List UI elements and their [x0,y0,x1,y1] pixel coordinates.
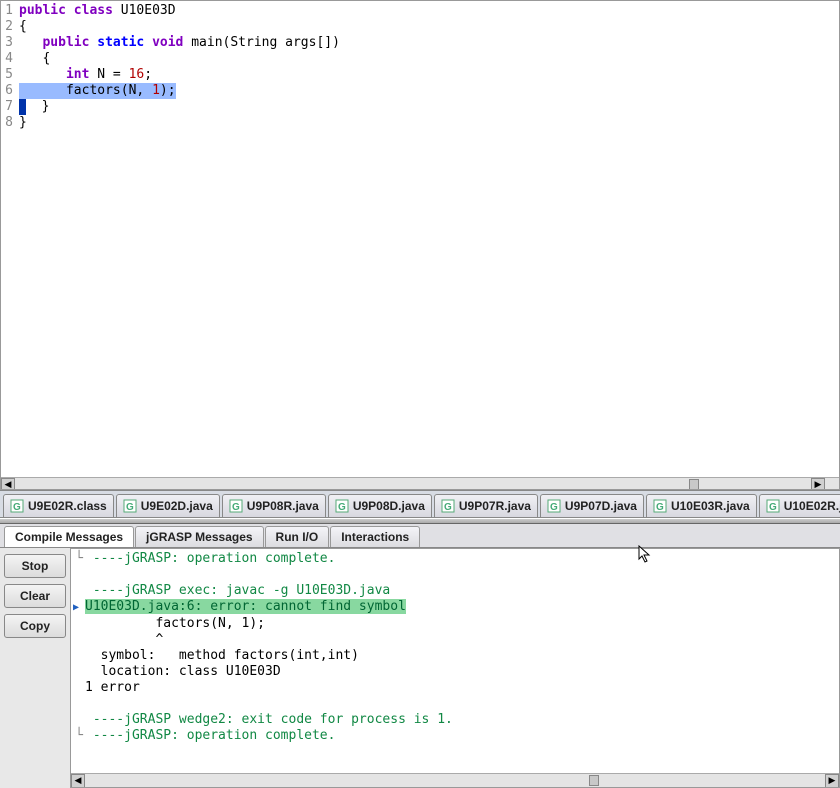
code-line[interactable]: public static void main(String args[]) [19,35,839,51]
jgrasp-file-icon: G [335,499,349,513]
console-line [73,696,835,712]
stop-button[interactable]: Stop [4,554,66,578]
console-line: └ ----jGRASP: operation complete. [73,728,835,744]
svg-text:G: G [13,502,21,513]
svg-text:G: G [232,502,240,513]
tab-compile-messages[interactable]: Compile Messages [4,526,134,547]
code-line[interactable]: int N = 16; [19,67,839,83]
editor-horizontal-scrollbar[interactable]: ◀ ▶ [1,477,839,490]
jgrasp-file-icon: G [229,499,243,513]
line-number: 3 [5,35,13,51]
console-line: ^ [73,632,835,648]
file-tab-label: U10E02R.java [784,499,840,513]
jgrasp-file-icon: G [766,499,780,513]
code-line[interactable]: { [19,19,839,35]
console-line: ----jGRASP exec: javac -g U10E03D.java [73,583,835,599]
code-line[interactable]: { [19,51,839,67]
scroll-thumb[interactable] [689,479,699,490]
code-area[interactable]: public class U10E03D{ public static void… [19,1,839,477]
code-editor-pane: 12345678 public class U10E03D{ public st… [0,0,840,490]
jgrasp-file-icon: G [123,499,137,513]
console-area: Stop Clear Copy └ ----jGRASP: operation … [0,548,840,788]
file-tab-label: U9P08R.java [247,499,319,513]
svg-text:G: G [126,502,134,513]
code-line[interactable]: } [19,115,839,131]
jgrasp-file-icon: G [547,499,561,513]
console-line: └ ----jGRASP: operation complete. [73,551,835,567]
file-tab[interactable]: G U10E02R.java [759,494,840,517]
file-tab[interactable]: G U10E03R.java [646,494,757,517]
console-tab-bar: Compile Messages jGRASP Messages Run I/O… [0,524,840,548]
file-tab-label: U9P07R.java [459,499,531,513]
line-number: 6 [5,83,13,99]
file-tab-bar: G U9E02R.class G U9E02D.java G U9P08R.java G U9… [0,490,840,518]
console-line [73,567,835,583]
code-line[interactable]: public class U10E03D [19,3,839,19]
line-number: 2 [5,19,13,35]
console-line: location: class U10E03D [73,664,835,680]
file-tab[interactable]: G U9P07D.java [540,494,644,517]
file-tab[interactable]: G U9P08D.java [328,494,432,517]
svg-text:G: G [444,502,452,513]
scroll-left-icon[interactable]: ◀ [1,478,15,490]
file-tab[interactable]: G U9P07R.java [434,494,538,517]
line-number: 4 [5,51,13,67]
file-tab[interactable]: G U9E02R.class [3,494,114,517]
console-output-pane: └ ----jGRASP: operation complete. ----jG… [70,548,840,788]
scroll-thumb[interactable] [589,775,599,786]
file-tab[interactable]: G U9E02D.java [116,494,220,517]
jgrasp-file-icon: G [653,499,667,513]
console-horizontal-scrollbar[interactable]: ◀ ▶ [71,773,839,787]
line-number: 8 [5,115,13,131]
code-line[interactable]: } [19,99,839,115]
svg-text:G: G [656,502,664,513]
tab-jgrasp-messages[interactable]: jGRASP Messages [135,526,264,547]
file-tab-label: U9P07D.java [565,499,637,513]
tab-run-io[interactable]: Run I/O [265,526,330,547]
file-tab-label: U10E03R.java [671,499,750,513]
code-line[interactable]: factors(N, 1); [19,83,839,99]
svg-text:G: G [550,502,558,513]
console-output[interactable]: └ ----jGRASP: operation complete. ----jG… [71,549,839,773]
file-tab-label: U9E02R.class [28,499,107,513]
clear-button[interactable]: Clear [4,584,66,608]
line-gutter: 12345678 [1,1,19,477]
console-line: 1 error [73,680,835,696]
line-number: 7 [5,99,13,115]
copy-button[interactable]: Copy [4,614,66,638]
line-number: 1 [5,3,13,19]
svg-text:G: G [769,502,777,513]
file-tab-label: U9E02D.java [141,499,213,513]
file-tab[interactable]: G U9P08R.java [222,494,326,517]
console-line: symbol: method factors(int,int) [73,648,835,664]
console-line: ----jGRASP wedge2: exit code for process… [73,712,835,728]
line-number: 5 [5,67,13,83]
svg-text:G: G [338,502,346,513]
console-line: ▶U10E03D.java:6: error: cannot find symb… [73,599,835,616]
jgrasp-file-icon: G [441,499,455,513]
scroll-right-icon[interactable]: ▶ [811,478,825,490]
console-line: factors(N, 1); [73,616,835,632]
jgrasp-file-icon: G [10,499,24,513]
scroll-left-icon[interactable]: ◀ [71,774,85,788]
scroll-right-icon[interactable]: ▶ [825,774,839,788]
console-button-column: Stop Clear Copy [0,548,70,788]
file-tab-label: U9P08D.java [353,499,425,513]
code-editor[interactable]: 12345678 public class U10E03D{ public st… [1,1,839,477]
tab-interactions[interactable]: Interactions [330,526,420,547]
